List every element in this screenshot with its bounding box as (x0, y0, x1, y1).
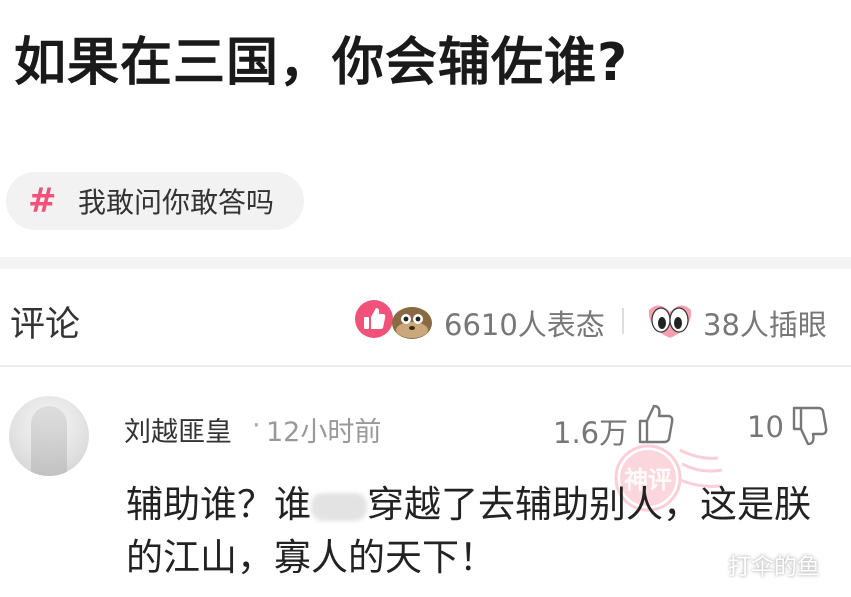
eyes-count: 38人插眼 (703, 308, 827, 342)
thumbs-down-icon[interactable] (790, 404, 830, 448)
watermark: 打伞的鱼 (728, 554, 820, 580)
question-title: 如果在三国，你会辅佐谁? (14, 33, 629, 93)
hashtag-icon: # (28, 181, 57, 221)
comment-text-part1: 辅助谁？谁 (126, 483, 311, 526)
like-count: 1.6万 (553, 416, 629, 450)
like-reaction-icon (355, 300, 393, 338)
section-divider (0, 257, 851, 269)
header-divider (0, 365, 851, 367)
topic-tag[interactable]: # 我敢问你敢答吗 (6, 172, 304, 230)
dislike-count: 10 (747, 410, 784, 444)
eyes-icon[interactable] (645, 298, 695, 340)
comments-title: 评论 (10, 305, 81, 345)
header-separator (622, 308, 624, 334)
dog-reaction-icon (392, 307, 432, 339)
username[interactable]: 刘越匪皇 (124, 410, 232, 449)
thumbs-up-icon[interactable] (636, 402, 676, 446)
reactions-icon[interactable] (354, 297, 434, 341)
topic-label: 我敢问你敢答吗 (78, 186, 275, 219)
reactions-count: 6610人表态 (444, 308, 605, 342)
meta-separator: · (252, 410, 261, 441)
blurred-text (311, 492, 367, 521)
timestamp: 12小时前 (266, 417, 382, 448)
avatar[interactable] (9, 396, 89, 476)
